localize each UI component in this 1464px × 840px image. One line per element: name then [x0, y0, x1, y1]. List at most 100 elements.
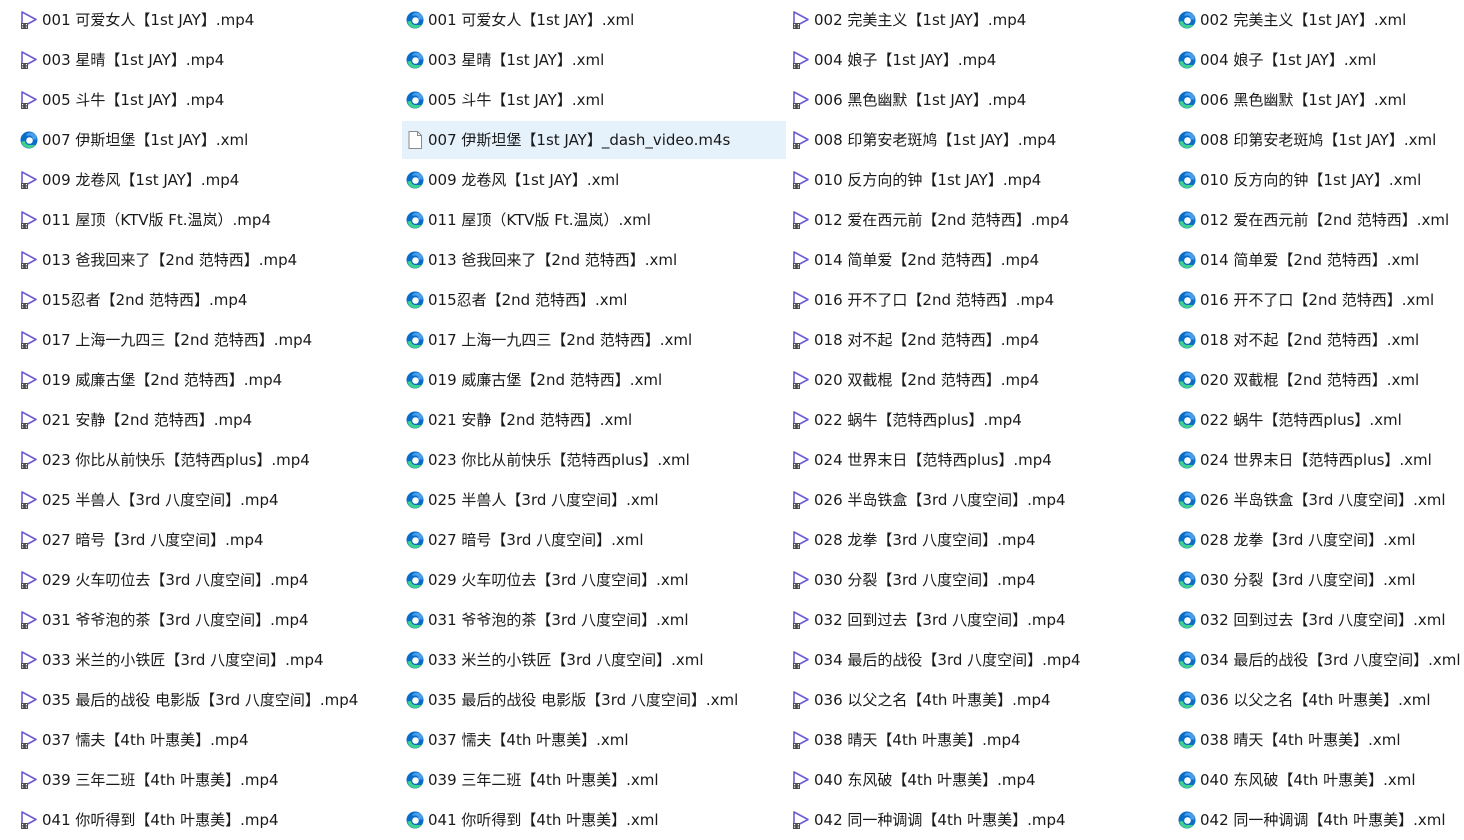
mp4-file-item[interactable]: 026 半岛铁盒【3rd 八度空间】.mp4 [788, 480, 1174, 520]
xml-file-item[interactable]: 001 可爱女人【1st JAY】.xml [402, 0, 788, 40]
mp4-file-item[interactable]: 014 简单爱【2nd 范特西】.mp4 [788, 240, 1174, 280]
file-name: 003 星晴【1st JAY】.mp4 [42, 51, 225, 69]
xml-file-item[interactable]: 016 开不了口【2nd 范特西】.xml [1174, 280, 1464, 320]
mp4-file-item[interactable]: 030 分裂【3rd 八度空间】.mp4 [788, 560, 1174, 600]
video-play-icon [788, 290, 814, 310]
mp4-file-item[interactable]: 015忍者【2nd 范特西】.mp4 [16, 280, 402, 320]
file-name: 019 威廉古堡【2nd 范特西】.xml [428, 371, 663, 389]
xml-file-item[interactable]: 040 东风破【4th 叶惠美】.xml [1174, 760, 1464, 800]
mp4-file-item[interactable]: 004 娘子【1st JAY】.mp4 [788, 40, 1174, 80]
xml-file-item[interactable]: 034 最后的战役【3rd 八度空间】.xml [1174, 640, 1464, 680]
xml-file-item[interactable]: 023 你比从前快乐【范特西plus】.xml [402, 440, 788, 480]
mp4-file-item[interactable]: 041 你听得到【4th 叶惠美】.mp4 [16, 800, 402, 840]
file-name: 008 印第安老斑鸠【1st JAY】.xml [1200, 131, 1437, 149]
xml-file-item[interactable]: 007 伊斯坦堡【1st JAY】.xml [16, 120, 402, 160]
xml-file-item[interactable]: 013 爸我回来了【2nd 范特西】.xml [402, 240, 788, 280]
mp4-file-item[interactable]: 036 以父之名【4th 叶惠美】.mp4 [788, 680, 1174, 720]
mp4-file-item[interactable]: 010 反方向的钟【1st JAY】.mp4 [788, 160, 1174, 200]
mp4-file-item[interactable]: 011 屋顶（KTV版 Ft.温岚）.mp4 [16, 200, 402, 240]
mp4-file-item[interactable]: 038 晴天【4th 叶惠美】.mp4 [788, 720, 1174, 760]
xml-file-item[interactable]: 036 以父之名【4th 叶惠美】.xml [1174, 680, 1464, 720]
mp4-file-item[interactable]: 006 黑色幽默【1st JAY】.mp4 [788, 80, 1174, 120]
mp4-file-item[interactable]: 001 可爱女人【1st JAY】.mp4 [16, 0, 402, 40]
mp4-file-item[interactable]: 042 同一种调调【4th 叶惠美】.mp4 [788, 800, 1174, 840]
file-name: 003 星晴【1st JAY】.xml [428, 51, 605, 69]
xml-file-item[interactable]: 021 安静【2nd 范特西】.xml [402, 400, 788, 440]
m4s-file-item[interactable]: 007 伊斯坦堡【1st JAY】_dash_video.m4s [402, 120, 788, 160]
xml-file-item[interactable]: 015忍者【2nd 范特西】.xml [402, 280, 788, 320]
mp4-file-item[interactable]: 002 完美主义【1st JAY】.mp4 [788, 0, 1174, 40]
xml-file-item[interactable]: 027 暗号【3rd 八度空间】.xml [402, 520, 788, 560]
mp4-file-item[interactable]: 024 世界末日【范特西plus】.mp4 [788, 440, 1174, 480]
xml-file-item[interactable]: 025 半兽人【3rd 八度空间】.xml [402, 480, 788, 520]
video-play-icon [16, 170, 42, 190]
mp4-file-item[interactable]: 028 龙拳【3rd 八度空间】.mp4 [788, 520, 1174, 560]
blank-document-icon [402, 130, 428, 150]
mp4-file-item[interactable]: 025 半兽人【3rd 八度空间】.mp4 [16, 480, 402, 520]
mp4-file-item[interactable]: 005 斗牛【1st JAY】.mp4 [16, 80, 402, 120]
xml-file-item[interactable]: 003 星晴【1st JAY】.xml [402, 40, 788, 80]
xml-file-item[interactable]: 029 火车叨位去【3rd 八度空间】.xml [402, 560, 788, 600]
mp4-file-item[interactable]: 008 印第安老斑鸠【1st JAY】.mp4 [788, 120, 1174, 160]
xml-file-item[interactable]: 042 同一种调调【4th 叶惠美】.xml [1174, 800, 1464, 840]
xml-file-item[interactable]: 006 黑色幽默【1st JAY】.xml [1174, 80, 1464, 120]
mp4-file-item[interactable]: 040 东风破【4th 叶惠美】.mp4 [788, 760, 1174, 800]
xml-file-item[interactable]: 018 对不起【2nd 范特西】.xml [1174, 320, 1464, 360]
xml-file-item[interactable]: 020 双截棍【2nd 范特西】.xml [1174, 360, 1464, 400]
xml-file-item[interactable]: 011 屋顶（KTV版 Ft.温岚）.xml [402, 200, 788, 240]
xml-file-item[interactable]: 002 完美主义【1st JAY】.xml [1174, 0, 1464, 40]
xml-file-item[interactable]: 014 简单爱【2nd 范特西】.xml [1174, 240, 1464, 280]
mp4-file-item[interactable]: 029 火车叨位去【3rd 八度空间】.mp4 [16, 560, 402, 600]
file-name: 019 威廉古堡【2nd 范特西】.mp4 [42, 371, 283, 389]
mp4-file-item[interactable]: 020 双截棍【2nd 范特西】.mp4 [788, 360, 1174, 400]
mp4-file-item[interactable]: 012 爱在西元前【2nd 范特西】.mp4 [788, 200, 1174, 240]
xml-file-item[interactable]: 039 三年二班【4th 叶惠美】.xml [402, 760, 788, 800]
file-name: 014 简单爱【2nd 范特西】.mp4 [814, 251, 1040, 269]
xml-file-item[interactable]: 012 爱在西元前【2nd 范特西】.xml [1174, 200, 1464, 240]
xml-file-item[interactable]: 037 懦夫【4th 叶惠美】.xml [402, 720, 788, 760]
xml-file-item[interactable]: 005 斗牛【1st JAY】.xml [402, 80, 788, 120]
xml-file-item[interactable]: 022 蜗牛【范特西plus】.xml [1174, 400, 1464, 440]
mp4-file-item[interactable]: 022 蜗牛【范特西plus】.mp4 [788, 400, 1174, 440]
mp4-file-item[interactable]: 019 威廉古堡【2nd 范特西】.mp4 [16, 360, 402, 400]
mp4-file-item[interactable]: 039 三年二班【4th 叶惠美】.mp4 [16, 760, 402, 800]
mp4-file-item[interactable]: 033 米兰的小铁匠【3rd 八度空间】.mp4 [16, 640, 402, 680]
xml-file-item[interactable]: 017 上海一九四三【2nd 范特西】.xml [402, 320, 788, 360]
xml-file-item[interactable]: 008 印第安老斑鸠【1st JAY】.xml [1174, 120, 1464, 160]
mp4-file-item[interactable]: 018 对不起【2nd 范特西】.mp4 [788, 320, 1174, 360]
xml-file-item[interactable]: 010 反方向的钟【1st JAY】.xml [1174, 160, 1464, 200]
file-name: 025 半兽人【3rd 八度空间】.xml [428, 491, 659, 509]
mp4-file-item[interactable]: 034 最后的战役【3rd 八度空间】.mp4 [788, 640, 1174, 680]
xml-file-item[interactable]: 019 威廉古堡【2nd 范特西】.xml [402, 360, 788, 400]
mp4-file-item[interactable]: 009 龙卷风【1st JAY】.mp4 [16, 160, 402, 200]
xml-file-item[interactable]: 035 最后的战役 电影版【3rd 八度空间】.xml [402, 680, 788, 720]
mp4-file-item[interactable]: 031 爷爷泡的茶【3rd 八度空间】.mp4 [16, 600, 402, 640]
mp4-file-item[interactable]: 017 上海一九四三【2nd 范特西】.mp4 [16, 320, 402, 360]
mp4-file-item[interactable]: 013 爸我回来了【2nd 范特西】.mp4 [16, 240, 402, 280]
mp4-file-item[interactable]: 016 开不了口【2nd 范特西】.mp4 [788, 280, 1174, 320]
file-name: 012 爱在西元前【2nd 范特西】.mp4 [814, 211, 1070, 229]
xml-file-item[interactable]: 030 分裂【3rd 八度空间】.xml [1174, 560, 1464, 600]
file-name: 034 最后的战役【3rd 八度空间】.mp4 [814, 651, 1081, 669]
xml-file-item[interactable]: 041 你听得到【4th 叶惠美】.xml [402, 800, 788, 840]
edge-browser-icon [402, 250, 428, 270]
xml-file-item[interactable]: 004 娘子【1st JAY】.xml [1174, 40, 1464, 80]
file-name: 007 伊斯坦堡【1st JAY】_dash_video.m4s [428, 131, 731, 149]
xml-file-item[interactable]: 038 晴天【4th 叶惠美】.xml [1174, 720, 1464, 760]
file-name: 039 三年二班【4th 叶惠美】.mp4 [42, 771, 279, 789]
xml-file-item[interactable]: 033 米兰的小铁匠【3rd 八度空间】.xml [402, 640, 788, 680]
xml-file-item[interactable]: 009 龙卷风【1st JAY】.xml [402, 160, 788, 200]
xml-file-item[interactable]: 024 世界末日【范特西plus】.xml [1174, 440, 1464, 480]
xml-file-item[interactable]: 028 龙拳【3rd 八度空间】.xml [1174, 520, 1464, 560]
mp4-file-item[interactable]: 035 最后的战役 电影版【3rd 八度空间】.mp4 [16, 680, 402, 720]
mp4-file-item[interactable]: 027 暗号【3rd 八度空间】.mp4 [16, 520, 402, 560]
mp4-file-item[interactable]: 023 你比从前快乐【范特西plus】.mp4 [16, 440, 402, 480]
mp4-file-item[interactable]: 032 回到过去【3rd 八度空间】.mp4 [788, 600, 1174, 640]
mp4-file-item[interactable]: 003 星晴【1st JAY】.mp4 [16, 40, 402, 80]
xml-file-item[interactable]: 032 回到过去【3rd 八度空间】.xml [1174, 600, 1464, 640]
mp4-file-item[interactable]: 021 安静【2nd 范特西】.mp4 [16, 400, 402, 440]
edge-browser-icon [402, 570, 428, 590]
xml-file-item[interactable]: 031 爷爷泡的茶【3rd 八度空间】.xml [402, 600, 788, 640]
mp4-file-item[interactable]: 037 懦夫【4th 叶惠美】.mp4 [16, 720, 402, 760]
xml-file-item[interactable]: 026 半岛铁盒【3rd 八度空间】.xml [1174, 480, 1464, 520]
